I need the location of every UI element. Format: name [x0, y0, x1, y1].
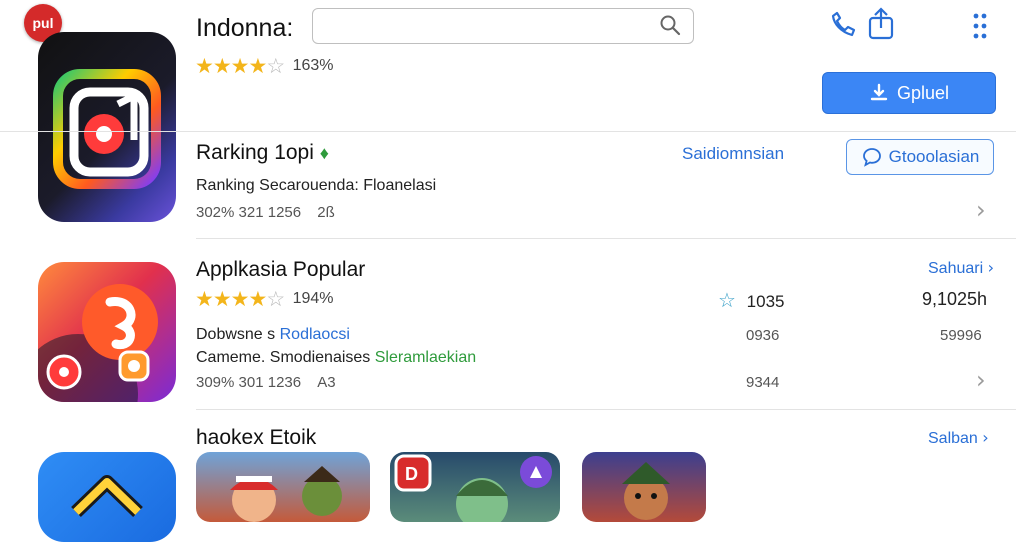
popular-meta-extra: A3: [317, 374, 336, 391]
star-rating-icon: ★★★★☆: [195, 55, 285, 78]
search-input[interactable]: [321, 9, 645, 41]
section-title-ranking: Rarking 1opi ♦: [196, 141, 329, 165]
games-see-all-link[interactable]: Salban ›: [928, 428, 989, 448]
popular-line2-highlight: Sleramlaekian: [374, 349, 477, 366]
popular-meta: 309% 301 1236 A3: [196, 374, 336, 391]
popular-meta-right: 9344: [746, 374, 780, 391]
app-badge-label: pul: [32, 15, 54, 31]
popular-line1-right: 59996: [940, 327, 982, 344]
chevron-right-icon[interactable]: ›: [976, 196, 986, 224]
chevron-right-icon[interactable]: ›: [976, 366, 986, 394]
app-icon-music[interactable]: [38, 32, 176, 222]
ranking-subtitle: Ranking Secarouenda: Floanelasi: [196, 177, 437, 194]
phone-icon[interactable]: [828, 10, 858, 40]
section-title-popular: Applkasia Popular: [196, 258, 366, 281]
star-rating-icon: ★★★★☆: [195, 288, 285, 311]
music-logo-icon: [53, 69, 161, 189]
popular-logo-icon: [38, 284, 158, 402]
home-arrow-icon: [71, 475, 143, 518]
popular-rating-value: 194%: [292, 290, 334, 307]
popular-stat-value: 1035: [746, 292, 785, 311]
ranking-meta: 302% 321 1256 2ß: [196, 204, 335, 221]
ranking-chat-label: Gtooolasian: [888, 147, 980, 166]
ranking-see-all-link[interactable]: Saidiomnsian: [682, 144, 784, 164]
ranking-meta-values: 302% 321 1256: [196, 204, 302, 221]
search-icon[interactable]: [659, 14, 681, 36]
popular-line1-link[interactable]: Rodlaocsi: [280, 326, 350, 343]
popular-line1-text: Dobwsne s: [196, 326, 276, 343]
divider: [196, 238, 1016, 239]
section-title-games: haokex Etoik: [196, 426, 317, 449]
divider: [196, 409, 1016, 410]
popular-line2-text: Cameme. Smodienaises: [196, 349, 371, 366]
app-icon-games[interactable]: [38, 452, 176, 542]
download-button[interactable]: Gpluel: [822, 72, 996, 114]
ranking-title: Rarking 1opi: [196, 141, 314, 164]
games-link-label: Salban: [928, 430, 978, 447]
star-outline-icon: ☆: [718, 290, 736, 312]
download-icon: [870, 83, 888, 101]
share-icon[interactable]: [866, 6, 896, 40]
divider: [0, 131, 1016, 132]
ranking-chat-button[interactable]: Gtooolasian: [846, 139, 994, 175]
svg-text:D: D: [405, 464, 418, 484]
popular-stat: ☆ 1035: [718, 288, 785, 313]
rating-stars: ★★★★☆ 163%: [195, 54, 334, 79]
ranking-meta-extra: 2ß: [317, 204, 335, 221]
rating-value: 163%: [292, 57, 334, 74]
popular-link-label: Sahuari: [928, 260, 984, 277]
more-icon[interactable]: [972, 12, 988, 42]
popular-stat-right: 9,1025h: [922, 289, 988, 309]
app-icon-popular[interactable]: [38, 262, 176, 402]
chat-icon: [862, 148, 881, 167]
search-box[interactable]: [312, 8, 694, 44]
page-title: Indonna:: [196, 14, 294, 42]
popular-line2: Cameme. Smodienaises Sleramlaekian: [196, 349, 476, 367]
popular-meta-values: 309% 301 1236: [196, 374, 302, 391]
popular-line1: Dobwsne s Rodlaocsi: [196, 326, 350, 344]
chevron-right-icon: ›: [982, 428, 989, 447]
popular-line1-mid: 0936: [746, 327, 780, 344]
popular-see-all-link[interactable]: Sahuari ›: [928, 258, 994, 278]
leaf-icon: ♦: [319, 143, 329, 163]
download-button-label: Gpluel: [896, 82, 950, 103]
chevron-right-icon: ›: [987, 258, 995, 277]
popular-rating: ★★★★☆ 194%: [195, 287, 334, 312]
